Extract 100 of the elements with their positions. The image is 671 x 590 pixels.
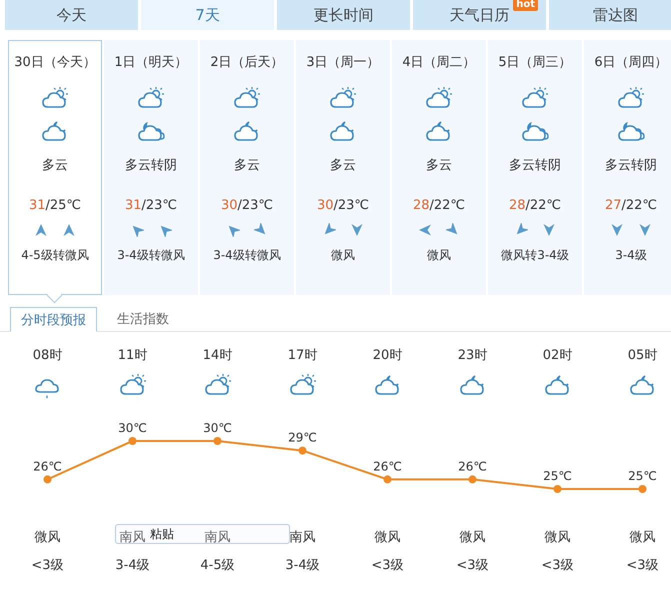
- wind-arrow-icon: [610, 223, 624, 237]
- wind-text: 微风: [544, 529, 570, 546]
- wind-text: 3-4级: [615, 247, 647, 264]
- data-point: [298, 446, 306, 455]
- wind-text: 南风: [290, 529, 316, 546]
- date-label: 30日（今天）: [14, 54, 96, 71]
- date-label: 1日（明天）: [114, 54, 188, 71]
- wind-text: 微风: [331, 247, 355, 264]
- weather-text: 多云转阴: [509, 157, 561, 174]
- time-label: 17时: [288, 347, 318, 364]
- wind-arrow-icon: [34, 223, 48, 237]
- wind-arrow-icon: [350, 223, 364, 237]
- tab[interactable]: 雷达图: [549, 0, 671, 30]
- day-card[interactable]: 3日（周一） 多云 30/23℃ 微风: [296, 40, 390, 295]
- wind-level: <3级: [31, 557, 64, 574]
- low-temp: /25℃: [46, 198, 82, 213]
- wind-arrow-icon: [130, 223, 144, 237]
- temperature-label: 26℃: [458, 459, 487, 474]
- time-label: 20时: [372, 347, 402, 364]
- wind-arrow-icon: [158, 223, 172, 237]
- weather-text: 多云: [234, 157, 260, 174]
- temperature-label: 25℃: [543, 469, 572, 483]
- day-card[interactable]: 5日（周三） 多云转阴 28/22℃ 微风转3-4级: [488, 40, 582, 295]
- wind-arrow-icon: [446, 223, 460, 237]
- tab[interactable]: 生活指数: [107, 307, 179, 330]
- date-label: 4日（周二）: [402, 54, 476, 71]
- high-temp: 31: [28, 198, 46, 213]
- low-temp: /23℃: [238, 198, 274, 213]
- temperature-label: 30℃: [203, 421, 232, 435]
- wind-text: 微风转3-4级: [501, 247, 569, 264]
- wind-level: 4-5级: [200, 557, 235, 574]
- weather-text: 多云: [330, 157, 356, 174]
- wind-text: 微风: [34, 529, 60, 546]
- high-temp: 31: [124, 198, 142, 213]
- wind-arrow-icon: [418, 223, 432, 237]
- weather-text: 多云: [426, 157, 452, 174]
- time-label: 11时: [118, 347, 148, 364]
- temperature-label: 26℃: [33, 459, 62, 474]
- wind-level: <3级: [541, 557, 574, 574]
- wind-arrow-icon: [542, 223, 556, 237]
- data-point: [638, 485, 646, 493]
- weather-text: 多云转阴: [605, 157, 657, 174]
- high-temp: 30: [316, 198, 334, 213]
- wind-arrow-icon: [62, 223, 76, 237]
- wind-text: 微风: [630, 529, 656, 546]
- time-label: 08时: [32, 347, 62, 364]
- date-label: 5日（周三）: [498, 54, 572, 71]
- wind-level: <3级: [371, 557, 404, 574]
- high-temp: 28: [412, 198, 430, 213]
- tab[interactable]: 更长时间: [277, 0, 410, 30]
- wind-level: <3级: [626, 557, 659, 574]
- low-temp: /23℃: [334, 198, 370, 213]
- date-label: 3日（周一）: [306, 54, 380, 71]
- day-card[interactable]: 1日（明天） 多云转阴 31/23℃ 3-4级转微风: [104, 40, 198, 295]
- tab[interactable]: 分时段预报: [10, 307, 97, 332]
- temperature-label: 25℃: [628, 469, 657, 483]
- day-card[interactable]: 6日（周四） 多云转阴 27/22℃ 3-4级: [584, 40, 671, 295]
- data-point: [554, 485, 562, 493]
- data-point: [128, 437, 136, 445]
- wind-text: 南风: [204, 529, 230, 546]
- temperature-label: 26℃: [373, 459, 402, 474]
- data-point: [384, 475, 392, 484]
- wind-arrow-icon: [226, 223, 240, 237]
- wind-text: 微风: [427, 247, 451, 264]
- wind-level: <3级: [456, 557, 489, 574]
- time-label: 14时: [202, 347, 232, 364]
- date-label: 6日（周四）: [594, 54, 668, 71]
- temperature-label: 29℃: [288, 430, 317, 445]
- time-label: 05时: [628, 347, 658, 364]
- wind-arrow-icon: [254, 223, 268, 237]
- wind-text: 3-4级转微风: [117, 247, 185, 264]
- wind-arrow-icon: [638, 223, 652, 237]
- time-label: 02时: [542, 347, 572, 364]
- wind-arrow-icon: [514, 223, 528, 237]
- high-temp: 27: [604, 198, 622, 213]
- tab[interactable]: 今天: [5, 0, 138, 30]
- wind-level: 3-4级: [115, 557, 150, 574]
- time-label: 23时: [458, 347, 488, 364]
- weather-text: 多云: [42, 157, 68, 174]
- day-card[interactable]: 4日（周二） 多云 28/22℃ 微风: [392, 40, 486, 295]
- date-label: 2日（后天）: [210, 54, 284, 71]
- wind-text: 微风: [460, 529, 486, 546]
- weather-text: 多云转阴: [125, 157, 177, 174]
- wind-arrow-icon: [322, 223, 336, 237]
- wind-text: 南风: [120, 529, 146, 546]
- data-point: [214, 437, 222, 445]
- wind-text: 3-4级转微风: [213, 247, 281, 264]
- tab[interactable]: 7天: [141, 0, 274, 30]
- data-point: [468, 475, 476, 484]
- low-temp: /22℃: [430, 198, 466, 213]
- wind-text: 4-5级转微风: [21, 247, 89, 264]
- wind-text: 微风: [374, 529, 400, 546]
- low-temp: /23℃: [142, 198, 178, 213]
- low-temp: /22℃: [622, 198, 658, 213]
- temperature-label: 30℃: [118, 421, 147, 435]
- day-card[interactable]: 2日（后天） 多云 30/23℃ 3-4级转微风: [200, 40, 294, 295]
- low-temp: /22℃: [526, 198, 562, 213]
- wind-level: 3-4级: [285, 557, 320, 574]
- data-point: [44, 475, 52, 484]
- high-temp: 28: [508, 198, 526, 213]
